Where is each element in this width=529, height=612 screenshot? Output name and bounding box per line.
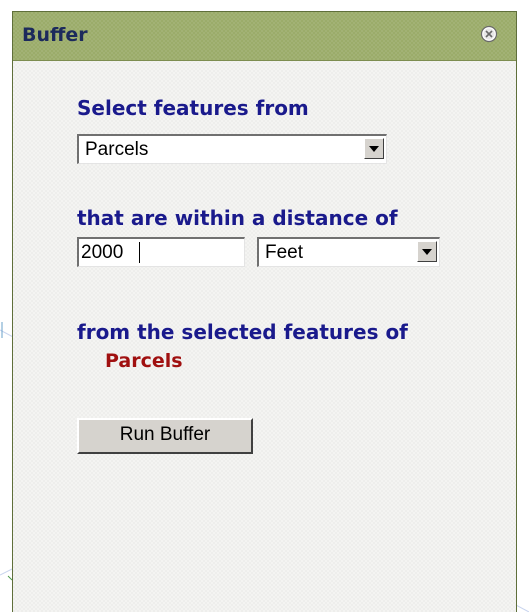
chevron-down-icon[interactable]: [364, 138, 384, 159]
panel-titlebar: Buffer: [13, 12, 516, 61]
close-icon[interactable]: [480, 25, 498, 43]
distance-label: that are within a distance of: [77, 206, 398, 230]
chevron-down-icon[interactable]: [417, 241, 437, 262]
distance-unit-select[interactable]: Feet: [257, 237, 440, 267]
source-layer-select[interactable]: Parcels: [77, 134, 387, 164]
panel-title: Buffer: [22, 24, 88, 46]
distance-input[interactable]: [77, 237, 245, 267]
source-layer-value: Parcels: [85, 139, 149, 160]
select-features-label: Select features from: [77, 96, 309, 120]
selected-layer-name: Parcels: [105, 350, 183, 372]
from-selected-label: from the selected features of: [77, 320, 408, 344]
text-caret: [139, 242, 140, 263]
run-buffer-button[interactable]: Run Buffer: [77, 418, 253, 454]
distance-unit-value: Feet: [265, 242, 304, 263]
